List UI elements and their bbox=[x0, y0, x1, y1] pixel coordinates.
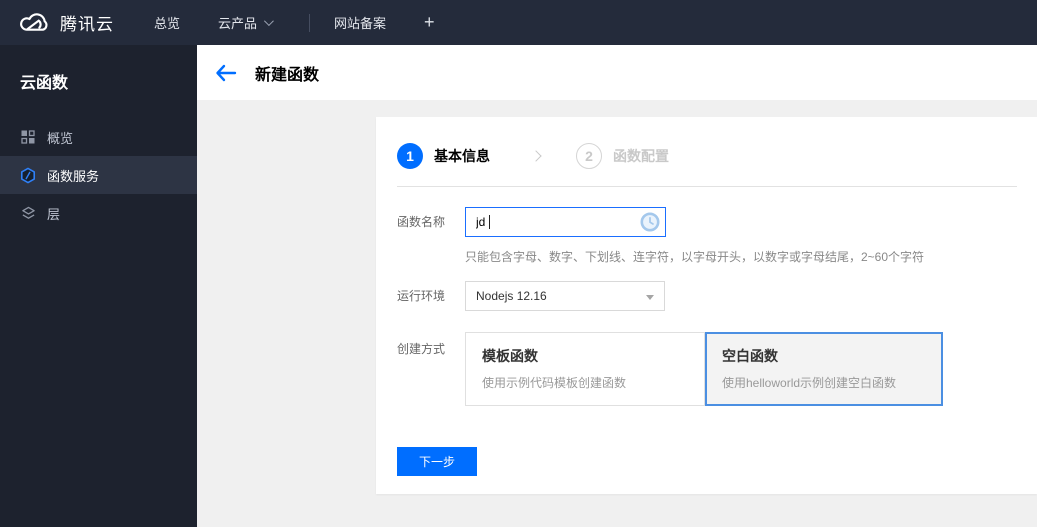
method-card-desc: 使用helloworld示例创建空白函数 bbox=[722, 376, 897, 390]
overview-grid-icon bbox=[20, 129, 36, 145]
sidebar-item-function-service[interactable]: 函数服务 bbox=[0, 156, 197, 194]
top-nav: 总览 云产品 网站备案 + bbox=[154, 12, 435, 33]
topbar: 腾讯云 总览 云产品 网站备案 + bbox=[0, 0, 1037, 45]
steps-divider bbox=[397, 186, 1017, 187]
sidebar-item-label: 函数服务 bbox=[47, 168, 100, 184]
function-name-label: 函数名称 bbox=[397, 215, 446, 229]
step-2-label: 函数配置 bbox=[613, 148, 669, 164]
content-area: 1 基本信息 2 函数配置 函数名称 jd 只能包含字母、数字、下划线、连字符，… bbox=[197, 100, 1037, 527]
creation-method-row: 创建方式 模板函数 使用示例代码模板创建函数 空白函数 使用helloworld… bbox=[397, 332, 1017, 406]
nav-item-cloud-products[interactable]: 云产品 bbox=[218, 13, 274, 32]
clock-icon bbox=[640, 212, 660, 232]
runtime-row: 运行环境 Nodejs 12.16 bbox=[397, 281, 1017, 311]
sidebar-item-label: 层 bbox=[47, 206, 61, 222]
method-card-template-function[interactable]: 模板函数 使用示例代码模板创建函数 bbox=[465, 332, 705, 406]
method-card-title: 空白函数 bbox=[722, 348, 778, 364]
page-title: 新建函数 bbox=[255, 66, 320, 84]
basic-info-form: 函数名称 只能包含字母、数字、下划线、连字符，以字母开头，以数字或字母结尾，2~… bbox=[397, 207, 1017, 476]
main-area: 新建函数 1 基本信息 2 函数配置 函数名称 jd 只能包含字母、数字、下划线… bbox=[197, 45, 1037, 527]
chevron-down-icon bbox=[263, 16, 274, 27]
page-header: 新建函数 bbox=[197, 45, 1037, 100]
function-name-input[interactable] bbox=[465, 207, 666, 237]
sidebar-item-label: 概览 bbox=[47, 130, 74, 146]
create-function-card: 1 基本信息 2 函数配置 函数名称 jd 只能包含字母、数字、下划线、连字符，… bbox=[376, 117, 1037, 494]
sidebar: 云函数 概览 函数服务 层 bbox=[0, 45, 197, 527]
nav-item-overview-label: 总览 bbox=[154, 16, 181, 31]
layers-icon bbox=[20, 205, 36, 221]
tencent-cloud-logo[interactable]: 腾讯云 bbox=[18, 10, 114, 35]
step-1-circle: 1 bbox=[397, 143, 423, 169]
sidebar-item-overview[interactable]: 概览 bbox=[0, 118, 197, 156]
step-2-circle: 2 bbox=[576, 143, 602, 169]
method-card-title: 模板函数 bbox=[482, 348, 538, 364]
function-name-hint: 只能包含字母、数字、下划线、连字符，以字母开头，以数字或字母结尾，2~60个字符 bbox=[465, 250, 925, 264]
step-separator-chevron-icon bbox=[530, 150, 542, 162]
sidebar-menu: 概览 函数服务 层 bbox=[0, 118, 197, 232]
method-card-blank-function[interactable]: 空白函数 使用helloworld示例创建空白函数 bbox=[705, 332, 943, 406]
function-service-icon bbox=[20, 167, 36, 183]
method-cards: 模板函数 使用示例代码模板创建函数 空白函数 使用helloworld示例创建空… bbox=[465, 332, 943, 406]
cloud-logo-icon bbox=[18, 11, 50, 35]
topbar-divider bbox=[309, 13, 311, 32]
back-arrow-icon[interactable] bbox=[215, 63, 237, 83]
wizard-steps: 1 基本信息 2 函数配置 bbox=[397, 143, 1017, 169]
nav-item-icp-filing[interactable]: 网站备案 bbox=[334, 13, 386, 32]
nav-item-icp-filing-label: 网站备案 bbox=[334, 16, 387, 31]
runtime-selected-value: Nodejs 12.16 bbox=[476, 289, 547, 303]
runtime-label: 运行环境 bbox=[397, 289, 446, 303]
runtime-select[interactable]: Nodejs 12.16 bbox=[465, 281, 665, 311]
brand-name: 腾讯云 bbox=[60, 15, 114, 34]
text-caret bbox=[489, 215, 490, 229]
method-card-desc: 使用示例代码模板创建函数 bbox=[482, 376, 627, 390]
nav-item-overview[interactable]: 总览 bbox=[154, 13, 180, 32]
nav-item-cloud-products-label: 云产品 bbox=[218, 16, 258, 31]
function-name-row: 函数名称 bbox=[397, 207, 1017, 237]
sidebar-item-layers[interactable]: 层 bbox=[0, 194, 197, 232]
step-1-label: 基本信息 bbox=[434, 148, 490, 164]
next-step-button[interactable]: 下一步 bbox=[397, 447, 477, 476]
select-caret-icon bbox=[646, 295, 654, 300]
creation-method-label: 创建方式 bbox=[397, 342, 446, 356]
sidebar-title: 云函数 bbox=[20, 75, 69, 92]
function-name-input-wrap bbox=[465, 207, 666, 237]
add-nav-tab-button[interactable]: + bbox=[424, 12, 435, 33]
